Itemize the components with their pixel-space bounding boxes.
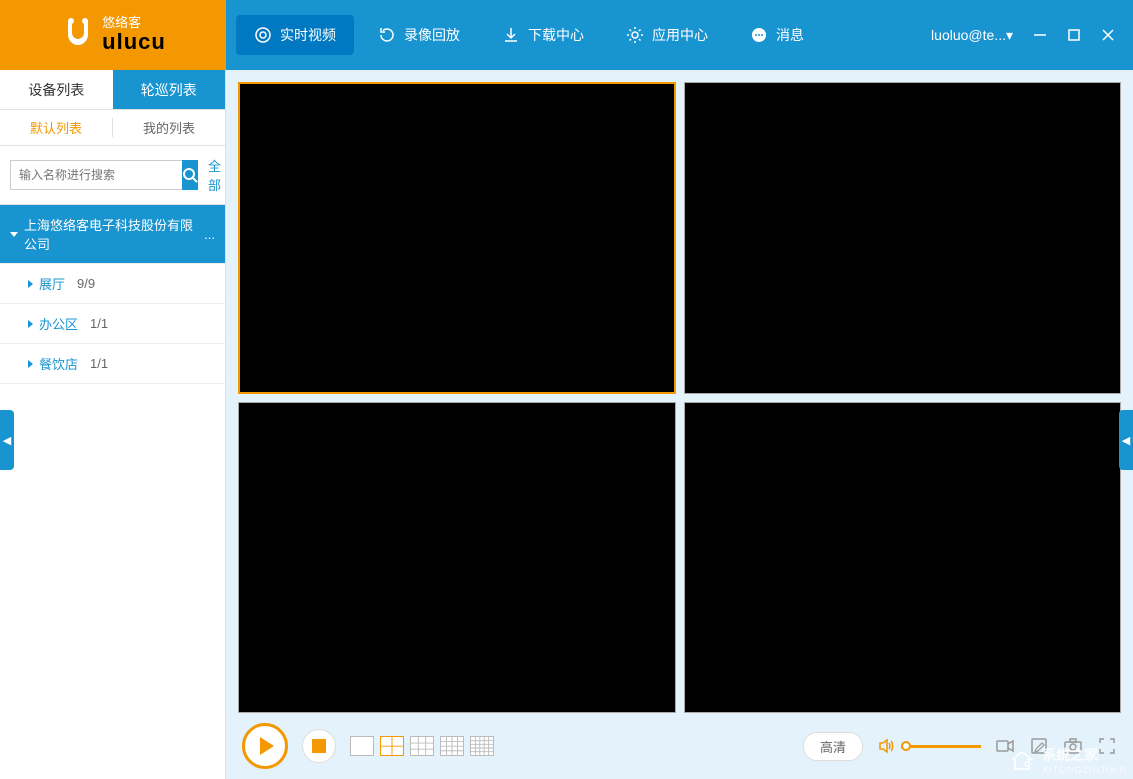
play-icon	[260, 737, 274, 755]
chevron-left-icon: ◀	[3, 434, 11, 447]
stop-button[interactable]	[302, 729, 336, 763]
chevron-right-icon	[28, 360, 33, 368]
nav-messages[interactable]: 消息	[732, 15, 822, 55]
subtab-my-list[interactable]: 我的列表	[113, 110, 225, 145]
logo: 悠络客 ulucu	[0, 0, 226, 70]
video-toolbar: 高清	[238, 713, 1121, 779]
eye-icon	[254, 26, 272, 44]
tree-node-count: 9/9	[77, 276, 95, 291]
chevron-down-icon	[10, 232, 18, 237]
grid-3x3-icon	[411, 737, 433, 755]
tab-patrol-list[interactable]: 轮巡列表	[113, 70, 226, 110]
video-cell-1[interactable]	[238, 82, 676, 394]
tree-node-count: 1/1	[90, 316, 108, 331]
volume-control[interactable]	[877, 737, 981, 755]
layout-5x5-button[interactable]	[470, 736, 494, 756]
header-right: luoluo@te...▾	[931, 0, 1133, 70]
chevron-right-icon	[28, 280, 33, 288]
nav-playback[interactable]: 录像回放	[360, 15, 478, 55]
window-controls	[1031, 26, 1117, 44]
grid-4x4-icon	[441, 737, 463, 755]
layout-3x3-button[interactable]	[410, 736, 434, 756]
layout-2x2-button[interactable]	[380, 736, 404, 756]
nav-label: 消息	[776, 25, 804, 45]
tree-node-label: 办公区	[39, 314, 78, 333]
volume-slider[interactable]	[901, 745, 981, 748]
tree-node-showroom[interactable]: 展厅 9/9	[0, 264, 225, 304]
subtab-label: 默认列表	[30, 118, 82, 137]
subtab-label: 我的列表	[143, 118, 195, 137]
nav-label: 下载中心	[528, 25, 584, 45]
download-icon	[502, 26, 520, 44]
grid-5x5-icon	[471, 737, 493, 755]
nav-label: 应用中心	[652, 25, 708, 45]
user-menu[interactable]: luoluo@te...▾	[931, 27, 1013, 44]
tree-root-node[interactable]: 上海悠络客电子科技股份有限公司 ...	[0, 205, 225, 264]
quality-label: 高清	[820, 740, 846, 755]
device-tree: 上海悠络客电子科技股份有限公司 ... 展厅 9/9 办公区 1/1 餐饮店 1…	[0, 205, 225, 779]
layout-buttons	[350, 736, 494, 756]
video-cell-2[interactable]	[684, 82, 1122, 394]
play-button[interactable]	[242, 723, 288, 769]
search-button[interactable]	[182, 160, 198, 190]
main-content: 高清	[226, 70, 1133, 779]
tree-node-restaurant[interactable]: 餐饮店 1/1	[0, 344, 225, 384]
tree-node-office[interactable]: 办公区 1/1	[0, 304, 225, 344]
video-cell-4[interactable]	[684, 402, 1122, 714]
search-icon	[182, 167, 198, 183]
tree-node-label: 展厅	[39, 274, 65, 293]
subtab-default-list[interactable]: 默认列表	[0, 110, 112, 145]
logo-text-cn: 悠络客	[102, 16, 166, 29]
maximize-button[interactable]	[1065, 26, 1083, 44]
video-cell-3[interactable]	[238, 402, 676, 714]
main-nav: 实时视频 录像回放 下载中心 应用中心 消息	[226, 0, 931, 70]
quality-button[interactable]: 高清	[803, 732, 863, 761]
chevron-left-icon: ◀	[1122, 434, 1130, 447]
fullscreen-button[interactable]	[1097, 736, 1117, 756]
tree-node-count: 1/1	[90, 356, 108, 371]
tree-root-label: 上海悠络客电子科技股份有限公司	[24, 215, 198, 253]
volume-thumb[interactable]	[901, 741, 911, 751]
search-row: 全部	[0, 146, 225, 205]
sidebar: 设备列表 轮巡列表 默认列表 我的列表 全部 上海悠络客电子科技股份有限公司 .…	[0, 70, 226, 779]
layout-4x4-button[interactable]	[440, 736, 464, 756]
tab-device-list[interactable]: 设备列表	[0, 70, 113, 110]
ellipsis: ...	[204, 227, 215, 242]
chevron-right-icon	[28, 320, 33, 328]
layout-1x1-button[interactable]	[350, 736, 374, 756]
nav-app-center[interactable]: 应用中心	[608, 15, 726, 55]
nav-label: 录像回放	[404, 25, 460, 45]
logo-icon	[60, 17, 96, 53]
close-button[interactable]	[1099, 26, 1117, 44]
nav-download-center[interactable]: 下载中心	[484, 15, 602, 55]
logo-text-en: ulucu	[102, 29, 166, 55]
search-input[interactable]	[10, 160, 182, 190]
minimize-button[interactable]	[1031, 26, 1049, 44]
tab-label: 设备列表	[28, 80, 84, 100]
message-icon	[750, 26, 768, 44]
tree-node-label: 餐饮店	[39, 354, 78, 373]
grid-2x2-icon	[381, 737, 403, 755]
gear-icon	[626, 26, 644, 44]
record-button[interactable]	[995, 736, 1015, 756]
stop-icon	[312, 739, 326, 753]
sidebar-collapse-handle[interactable]: ◀	[0, 410, 14, 470]
edit-button[interactable]	[1029, 736, 1049, 756]
app-header: 悠络客 ulucu 实时视频 录像回放 下载中心 应用中心 消息 luoluo@…	[0, 0, 1133, 70]
nav-label: 实时视频	[280, 25, 336, 45]
video-grid	[238, 82, 1121, 713]
rightpanel-collapse-handle[interactable]: ◀	[1119, 410, 1133, 470]
tab-label: 轮巡列表	[141, 80, 197, 100]
nav-realtime-video[interactable]: 实时视频	[236, 15, 354, 55]
snapshot-button[interactable]	[1063, 736, 1083, 756]
volume-icon	[877, 737, 895, 755]
refresh-icon	[378, 26, 396, 44]
